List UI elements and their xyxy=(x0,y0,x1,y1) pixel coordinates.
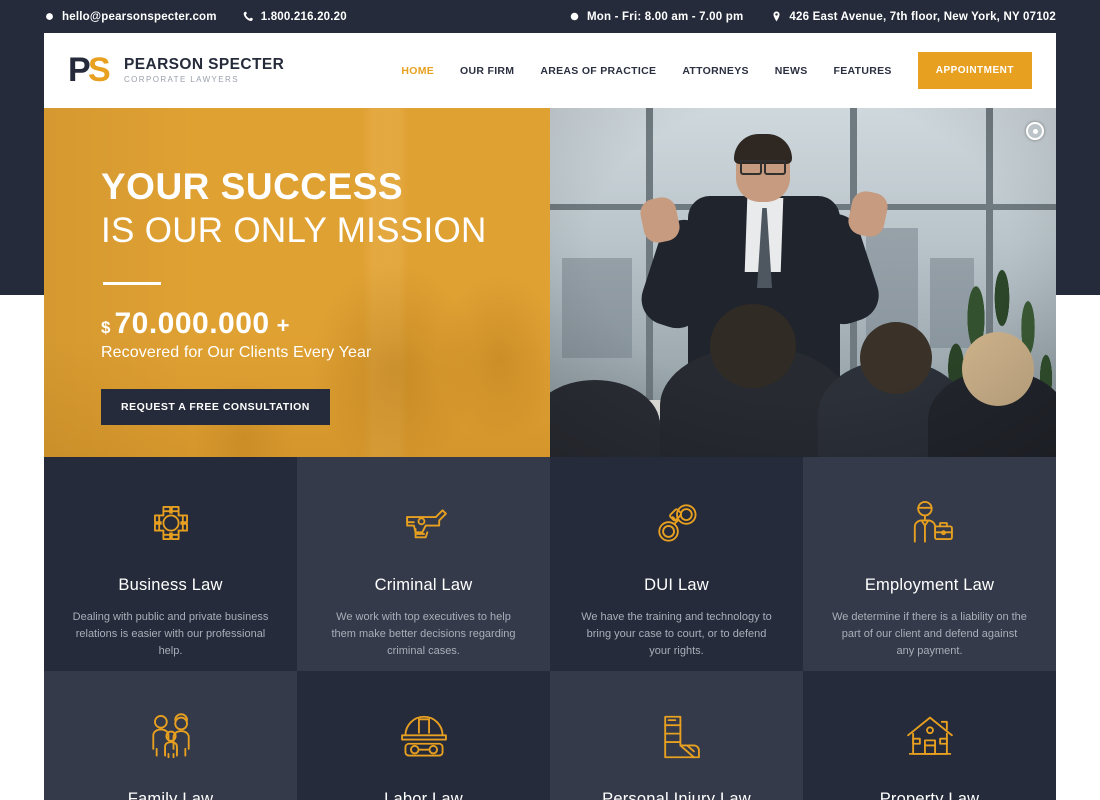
practice-areas-grid: Business Law Dealing with public and pri… xyxy=(44,457,1056,800)
practice-card-personal-injury-law[interactable]: Personal Injury Law xyxy=(550,671,803,800)
site-header: P S PEARSON SPECTER CORPORATE LAWYERS HO… xyxy=(44,33,1056,108)
practice-card-labor-law[interactable]: Labor Law xyxy=(297,671,550,800)
practice-card-title: Employment Law xyxy=(864,576,995,594)
phone-icon xyxy=(243,11,254,22)
hero-headline-line1: YOUR SUCCESS xyxy=(101,166,404,207)
practice-card-family-law[interactable]: Family Law xyxy=(44,671,297,800)
logo-company-name: PEARSON SPECTER xyxy=(124,55,285,73)
practice-card-title: Family Law xyxy=(127,790,214,800)
practice-card-description: We determine if there is a liability on … xyxy=(832,611,1027,657)
nav-item-attorneys[interactable]: ATTORNEYS xyxy=(682,65,748,77)
topbar-address-text: 426 East Avenue, 7th floor, New York, NY… xyxy=(789,10,1056,23)
envelope-icon xyxy=(44,11,55,22)
photo-vignette xyxy=(550,108,1056,457)
request-consultation-button[interactable]: REQUEST A FREE CONSULTATION xyxy=(101,389,330,425)
hero-currency-symbol: $ xyxy=(101,318,111,337)
practice-card-description: We have the training and technology to b… xyxy=(581,611,772,657)
nav-item-areas-of-practice[interactable]: AREAS OF PRACTICE xyxy=(540,65,656,77)
hero-section: YOUR SUCCESS IS OUR ONLY MISSION $ 70.00… xyxy=(44,108,1056,457)
logo-tagline: CORPORATE LAWYERS xyxy=(124,74,239,84)
nav-item-news[interactable]: NEWS xyxy=(775,65,808,77)
handshake-teamwork-icon xyxy=(144,496,198,550)
top-utility-bar: hello@pearsonspecter.com 1.800.216.20.20… xyxy=(0,0,1100,33)
topbar-address[interactable]: 426 East Avenue, 7th floor, New York, NY… xyxy=(771,11,1056,23)
hero-amount-caption: Recovered for Our Clients Every Year xyxy=(101,344,372,361)
logo-mark-icon: P S xyxy=(68,50,114,89)
topbar-right-group: Mon - Fri: 8.00 am - 7.00 pm 426 East Av… xyxy=(569,11,1056,23)
logo-letter-p: P xyxy=(68,50,91,89)
practice-card-title: Personal Injury Law xyxy=(602,790,751,800)
hero-headline-line2: IS OUR ONLY MISSION xyxy=(101,211,487,250)
practice-card-title: Property Law xyxy=(879,790,980,800)
site-logo[interactable]: P S PEARSON SPECTER CORPORATE LAWYERS xyxy=(68,50,284,89)
nav-item-home[interactable]: HOME xyxy=(401,65,434,77)
practice-card-title: Business Law xyxy=(118,576,223,594)
nav-item-our-firm[interactable]: OUR FIRM xyxy=(460,65,514,77)
main-navigation: HOME OUR FIRM AREAS OF PRACTICE ATTORNEY… xyxy=(401,52,1056,89)
hero-amount-value: 70.000.000 xyxy=(114,307,270,340)
practice-card-title: DUI Law xyxy=(644,576,709,594)
hero-photo-panel xyxy=(550,108,1056,457)
handcuffs-icon xyxy=(650,496,704,550)
practice-card-dui-law[interactable]: DUI Law We have the training and technol… xyxy=(550,457,803,671)
appointment-button[interactable]: APPOINTMENT xyxy=(917,52,1032,89)
logo-text-block: PEARSON SPECTER CORPORATE LAWYERS xyxy=(124,56,284,86)
topbar-phone[interactable]: 1.800.216.20.20 xyxy=(243,11,347,23)
hero-amount-plus: + xyxy=(276,313,290,338)
topbar-email[interactable]: hello@pearsonspecter.com xyxy=(44,11,217,23)
hero-divider xyxy=(103,282,161,285)
practice-card-description: Dealing with public and private business… xyxy=(72,611,269,657)
topbar-hours: Mon - Fri: 8.00 am - 7.00 pm xyxy=(569,11,743,23)
logo-letter-s: S xyxy=(88,50,111,89)
topbar-phone-text: 1.800.216.20.20 xyxy=(260,10,347,23)
topbar-email-text: hello@pearsonspecter.com xyxy=(62,10,217,23)
practice-card-criminal-law[interactable]: Criminal Law We work with top executives… xyxy=(297,457,550,671)
practice-card-title: Labor Law xyxy=(384,790,463,800)
house-icon xyxy=(903,710,957,764)
gun-icon xyxy=(397,496,451,550)
practice-card-description: We work with top executives to help them… xyxy=(331,611,516,657)
practice-card-property-law[interactable]: Property Law xyxy=(803,671,1056,800)
hero-photo xyxy=(550,108,1056,457)
businessman-briefcase-icon xyxy=(903,496,957,550)
topbar-hours-text: Mon - Fri: 8.00 am - 7.00 pm xyxy=(587,10,744,23)
practice-card-business-law[interactable]: Business Law Dealing with public and pri… xyxy=(44,457,297,671)
hero-copy: YOUR SUCCESS IS OUR ONLY MISSION $ 70.00… xyxy=(44,108,550,425)
nav-item-features[interactable]: FEATURES xyxy=(834,65,892,77)
map-pin-icon xyxy=(771,11,782,22)
practice-card-employment-law[interactable]: Employment Law We determine if there is … xyxy=(803,457,1056,671)
family-icon xyxy=(144,710,198,764)
topbar-left-group: hello@pearsonspecter.com 1.800.216.20.20 xyxy=(44,11,347,23)
hero-left-panel: YOUR SUCCESS IS OUR ONLY MISSION $ 70.00… xyxy=(44,108,550,457)
clock-icon xyxy=(569,11,580,22)
hero-amount-group: $ 70.000.000 + xyxy=(101,307,550,341)
hard-hat-goggles-icon xyxy=(397,710,451,764)
practice-card-title: Criminal Law xyxy=(374,576,473,594)
leg-cast-icon xyxy=(650,710,704,764)
circle-dot-icon[interactable] xyxy=(1026,122,1044,140)
